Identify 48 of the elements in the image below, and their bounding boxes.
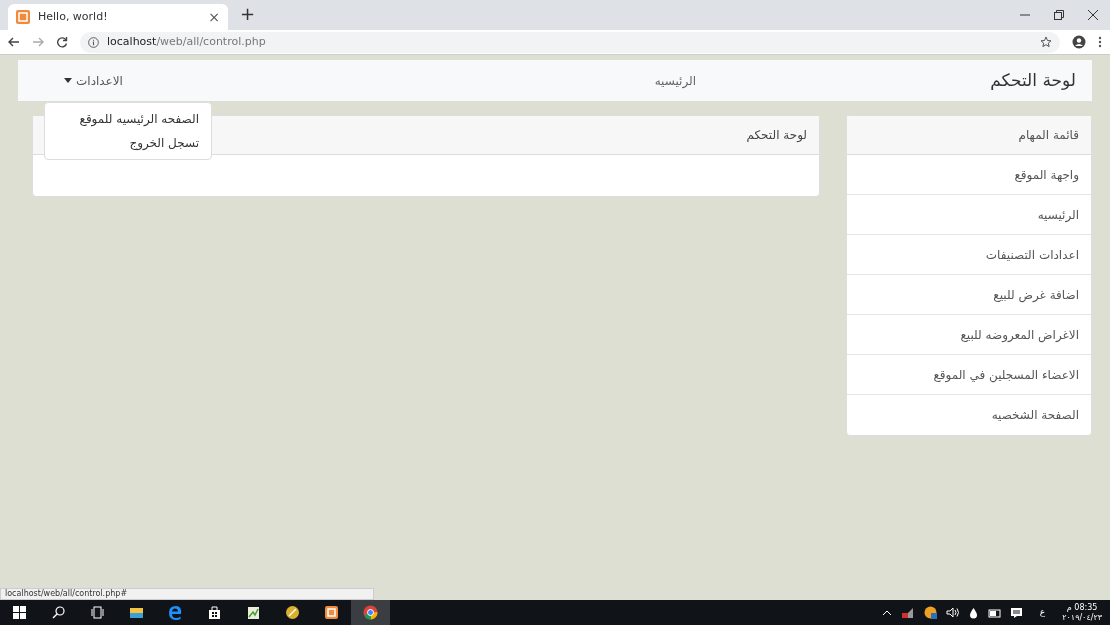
start-icon[interactable] <box>11 604 28 621</box>
tab-title: Hello, world! <box>38 8 109 25</box>
navbar-brand[interactable]: لوحة التحكم <box>776 67 1076 94</box>
tray-app-icon[interactable] <box>923 606 937 619</box>
image-app-icon[interactable] <box>245 604 262 621</box>
sidebar-item[interactable]: الاغراض المعروضه للبيع <box>847 315 1091 355</box>
caret-icon <box>64 78 72 83</box>
new-tab-button[interactable]: + <box>240 0 256 30</box>
restore-icon[interactable] <box>1054 10 1064 20</box>
info-icon[interactable] <box>88 36 99 48</box>
sidebar-item[interactable]: اضافة غرض للبيع <box>847 275 1091 315</box>
disc-icon[interactable] <box>284 604 301 621</box>
keyboard-language[interactable]: ع <box>1039 605 1046 620</box>
sidebar-item[interactable]: واجهة الموقع <box>847 155 1091 195</box>
drop-icon[interactable] <box>968 606 978 619</box>
notification-icon[interactable] <box>1009 606 1023 619</box>
menu-icon[interactable] <box>1098 36 1102 48</box>
task-view-icon[interactable] <box>89 604 106 621</box>
close-icon[interactable] <box>1088 10 1098 20</box>
app-logo-icon[interactable] <box>323 604 340 621</box>
browser-e-icon[interactable] <box>167 604 184 621</box>
chrome-icon[interactable] <box>362 604 379 621</box>
sidebar-item[interactable]: الرئيسيه <box>847 195 1091 235</box>
profile-icon[interactable] <box>1072 35 1086 49</box>
browser-tab[interactable]: Hello, world! × <box>8 4 228 30</box>
tab-close-button[interactable]: × <box>208 6 220 28</box>
battery-icon[interactable] <box>986 607 1001 618</box>
back-arrow-icon[interactable] <box>8 36 20 48</box>
clock-time[interactable]: 08:35 م <box>1066 602 1098 613</box>
settings-dropdown[interactable]: الاعدادات <box>64 71 123 90</box>
app-logo-icon <box>16 10 30 24</box>
clock-date[interactable]: ٢٠١٩/٠٤/٢٣ <box>1062 612 1102 623</box>
store-icon[interactable] <box>206 604 223 621</box>
reload-icon[interactable] <box>56 36 68 48</box>
star-icon[interactable] <box>1040 36 1052 48</box>
speaker-icon[interactable] <box>945 607 960 618</box>
url-text: localhost/web/all/control.php <box>107 33 266 50</box>
sidebar-item[interactable]: الصفحة الشخصيه <box>847 395 1091 435</box>
search-icon[interactable] <box>50 604 67 621</box>
address-field[interactable]: localhost/web/all/control.php <box>80 31 1060 53</box>
dropdown-item[interactable]: تسجل الخروج <box>45 131 211 155</box>
chevron-up-icon[interactable] <box>881 609 892 616</box>
status-url: localhost/web/all/control.php# <box>0 588 374 600</box>
nav-link[interactable]: الرئيسيه <box>654 71 696 90</box>
sidebar-item[interactable]: اعدادات التصنيفات <box>847 235 1091 275</box>
sidebar-header[interactable]: قائمة المهام <box>847 116 1091 155</box>
network-icon[interactable] <box>900 606 915 619</box>
sidebar-item[interactable]: الاعضاء المسجلين في الموقع <box>847 355 1091 395</box>
